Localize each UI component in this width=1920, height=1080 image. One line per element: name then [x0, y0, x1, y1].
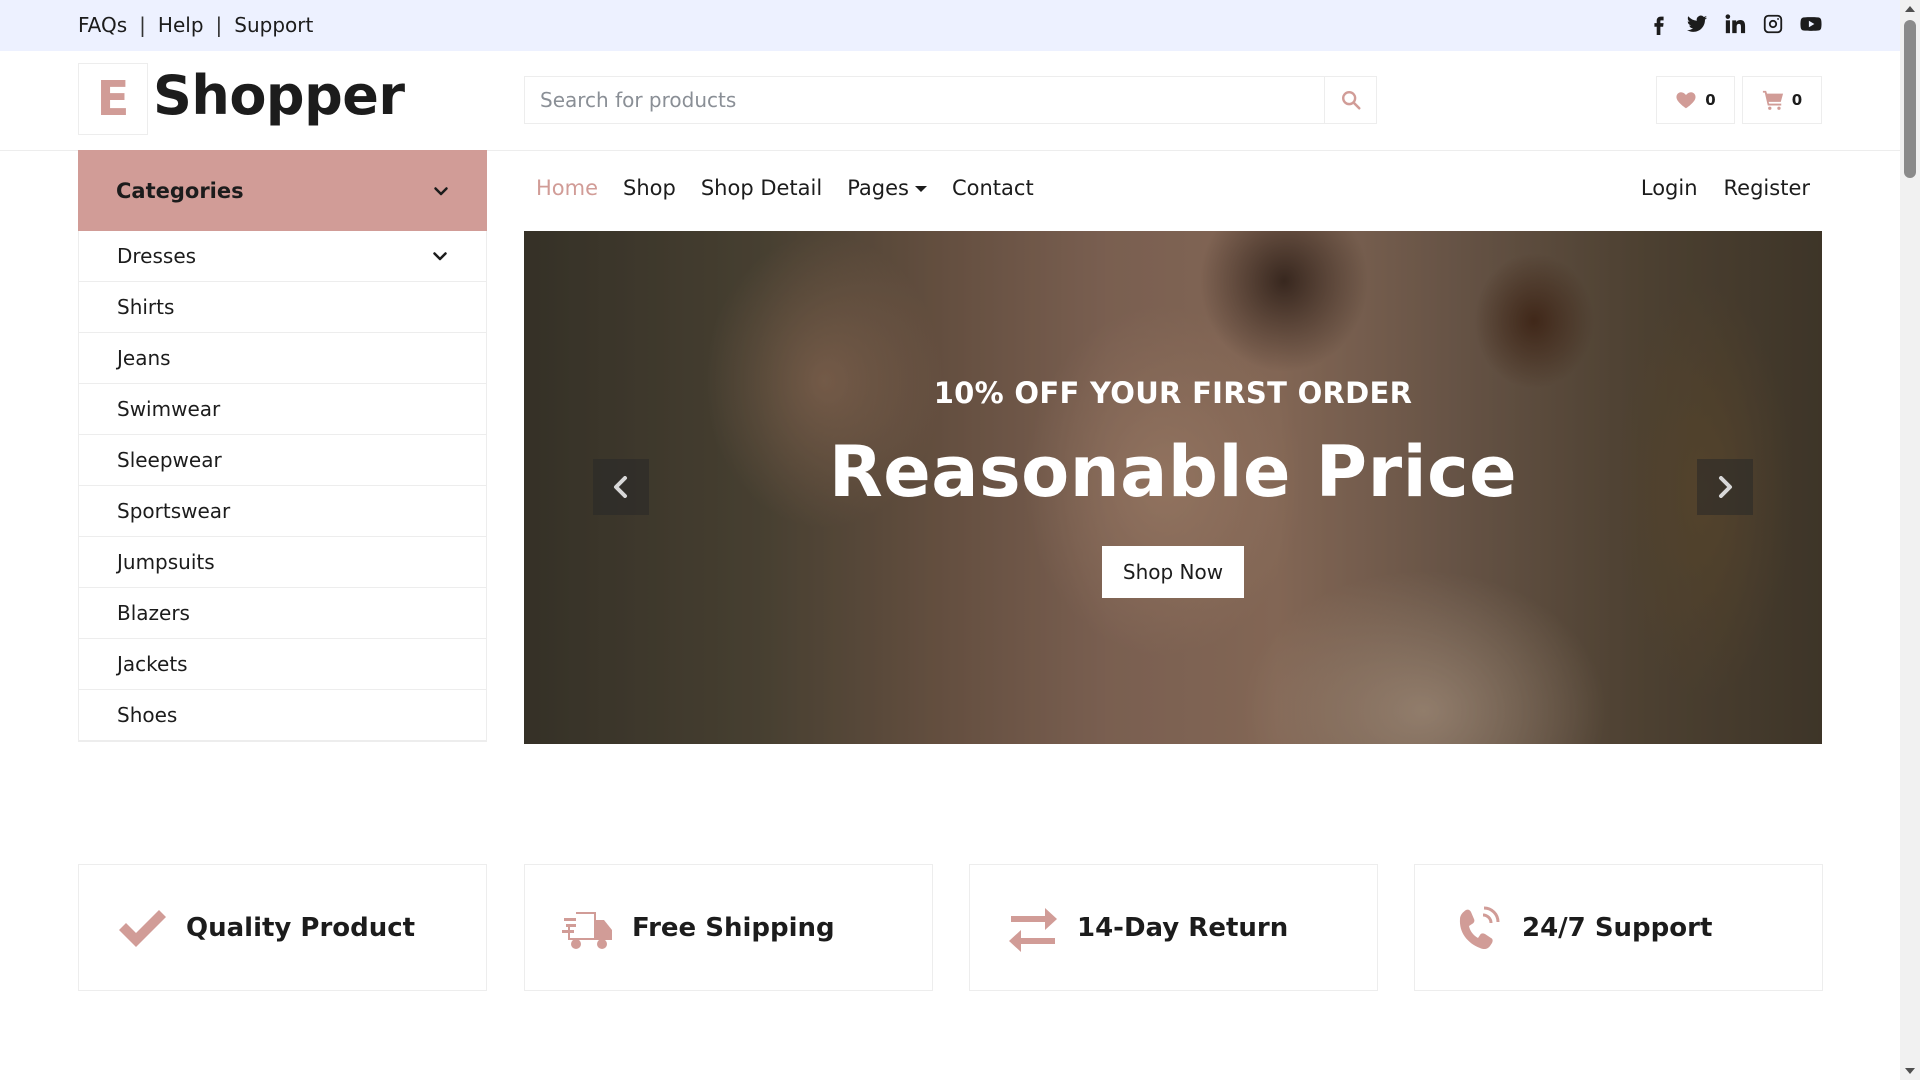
cart-button[interactable]: 0 — [1742, 76, 1822, 124]
page: FAQs | Help | Support E Shopper Search f… — [0, 0, 1900, 1080]
hero-caption: 10% OFF YOUR FIRST ORDER Reasonable Pric… — [524, 231, 1822, 744]
category-item-sleepwear[interactable]: Sleepwear — [79, 435, 486, 486]
shipping-truck-icon — [562, 902, 614, 954]
category-item-jumpsuits[interactable]: Jumpsuits — [79, 537, 486, 588]
category-label: Jackets — [117, 652, 188, 676]
category-label: Swimwear — [117, 397, 221, 421]
category-label: Jeans — [117, 346, 171, 370]
wishlist-count: 0 — [1705, 91, 1716, 109]
categories-title: Categories — [116, 178, 244, 203]
category-item-blazers[interactable]: Blazers — [79, 588, 486, 639]
category-item-sportswear[interactable]: Sportswear — [79, 486, 486, 537]
chevron-down-icon — [433, 252, 447, 261]
feature-label: Quality Product — [186, 912, 416, 943]
linkedin-icon[interactable] — [1724, 13, 1746, 35]
category-label: Sleepwear — [117, 448, 222, 472]
shop-now-button[interactable]: Shop Now — [1102, 546, 1244, 598]
category-label: Shoes — [117, 703, 178, 727]
help-link[interactable]: Help — [158, 13, 204, 37]
support-link[interactable]: Support — [234, 13, 313, 37]
chevron-right-icon — [1719, 476, 1732, 498]
link-separator: | — [139, 13, 146, 37]
top-links: FAQs | Help | Support — [78, 13, 313, 37]
top-bar: FAQs | Help | Support — [0, 0, 1900, 51]
category-item-jackets[interactable]: Jackets — [79, 639, 486, 690]
feature-quality-product: Quality Product — [78, 864, 487, 991]
login-link[interactable]: Login — [1641, 176, 1698, 200]
category-label: Jumpsuits — [117, 550, 215, 574]
link-separator: | — [215, 13, 223, 37]
nav-pages-label: Pages — [847, 176, 909, 200]
category-item-jeans[interactable]: Jeans — [79, 333, 486, 384]
search-button[interactable] — [1324, 77, 1376, 123]
main-nav: Home Shop Shop Detail Pages Contact — [536, 176, 1034, 200]
categories-toggle[interactable]: Categories — [78, 150, 487, 231]
faqs-link[interactable]: FAQs — [78, 13, 127, 37]
facebook-icon[interactable] — [1648, 13, 1670, 35]
hero-title: Reasonable Price — [828, 431, 1518, 513]
category-item-dresses[interactable]: Dresses — [79, 231, 486, 282]
nav-shop-detail[interactable]: Shop Detail — [701, 176, 822, 200]
hero-subtitle: 10% OFF YOUR FIRST ORDER — [933, 376, 1413, 410]
category-label: Shirts — [117, 295, 175, 319]
categories-list: Dresses Shirts Jeans Swimwear Sleepwear … — [78, 231, 487, 742]
phone-volume-icon — [1452, 902, 1504, 954]
category-label: Dresses — [117, 244, 197, 268]
exchange-arrows-icon — [1007, 902, 1059, 954]
category-label: Sportswear — [117, 499, 231, 523]
search-icon — [1341, 91, 1361, 110]
hero-carousel: 10% OFF YOUR FIRST ORDER Reasonable Pric… — [524, 231, 1822, 744]
feature-label: Free Shipping — [632, 912, 835, 943]
logo-letter-box[interactable]: E — [78, 63, 148, 135]
search-input[interactable] — [525, 77, 1324, 123]
scroll-thumb[interactable] — [1904, 20, 1916, 178]
feature-14-day-return: 14-Day Return — [969, 864, 1378, 991]
nav-pages-dropdown[interactable]: Pages — [847, 176, 927, 200]
check-icon — [116, 902, 168, 954]
register-link[interactable]: Register — [1724, 176, 1810, 200]
youtube-icon[interactable] — [1800, 13, 1822, 35]
feature-label: 14-Day Return — [1077, 912, 1289, 943]
heart-icon — [1676, 92, 1696, 109]
brand-name[interactable]: Shopper — [153, 64, 405, 127]
twitter-icon[interactable] — [1686, 13, 1708, 35]
scroll-up-arrow-icon[interactable] — [1905, 6, 1915, 12]
nav-home[interactable]: Home — [536, 176, 598, 200]
feature-free-shipping: Free Shipping — [524, 864, 933, 991]
nav-contact[interactable]: Contact — [952, 176, 1034, 200]
scroll-down-arrow-icon[interactable] — [1905, 1068, 1915, 1074]
feature-24-7-support: 24/7 Support — [1414, 864, 1823, 991]
category-item-swimwear[interactable]: Swimwear — [79, 384, 486, 435]
category-label: Blazers — [117, 601, 190, 625]
caret-down-icon — [914, 186, 927, 192]
page-scrollbar[interactable] — [1900, 0, 1920, 1080]
category-item-shirts[interactable]: Shirts — [79, 282, 486, 333]
instagram-icon[interactable] — [1762, 13, 1784, 35]
chevron-left-icon — [614, 476, 627, 498]
search-bar — [524, 76, 1377, 124]
wishlist-button[interactable]: 0 — [1656, 76, 1735, 124]
feature-label: 24/7 Support — [1522, 912, 1713, 943]
auth-nav: Login Register — [1641, 176, 1810, 200]
cart-count: 0 — [1791, 91, 1803, 109]
carousel-prev-button[interactable] — [593, 459, 649, 515]
chevron-down-icon — [434, 186, 448, 195]
carousel-next-button[interactable] — [1697, 459, 1753, 515]
nav-shop[interactable]: Shop — [623, 176, 676, 200]
cart-icon — [1762, 90, 1783, 110]
social-links — [1648, 13, 1822, 35]
category-item-shoes[interactable]: Shoes — [79, 690, 486, 741]
